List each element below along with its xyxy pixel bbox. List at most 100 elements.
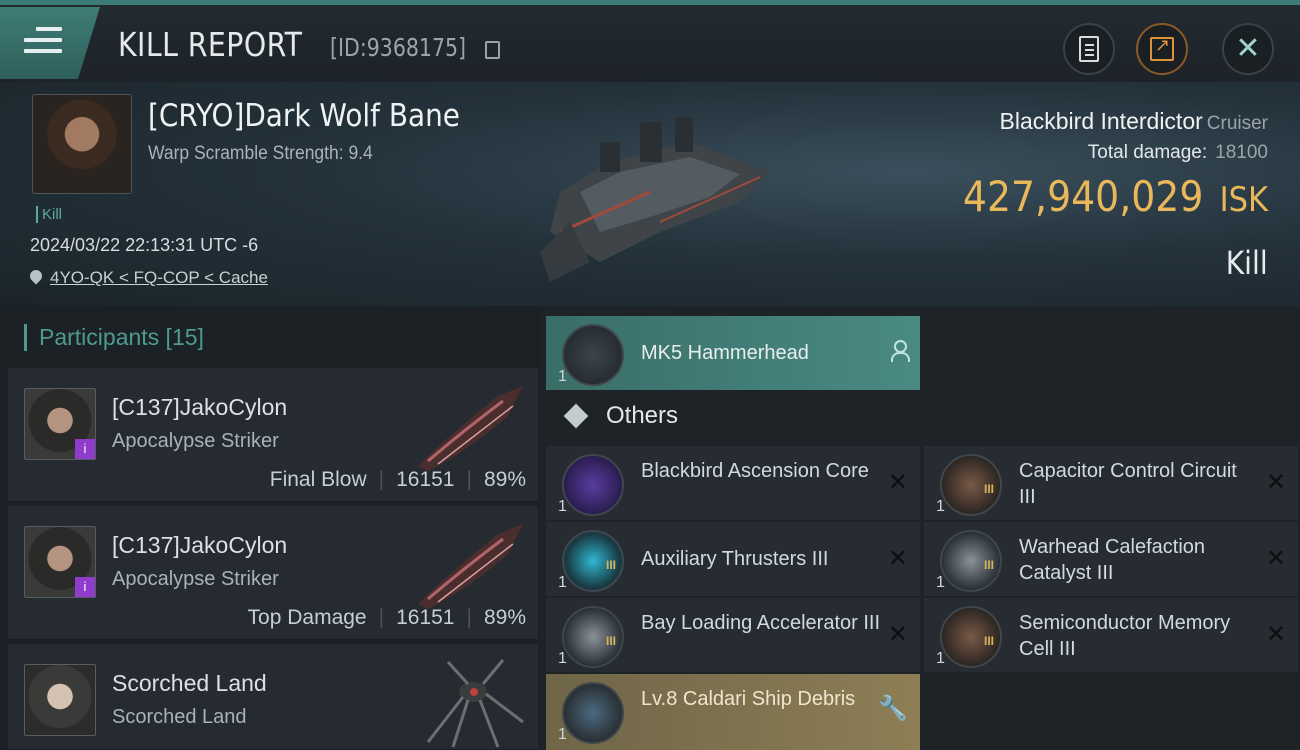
kill-result-label: Kill [1226,244,1268,282]
item-label: MK5 Hammerhead [641,342,809,364]
tier-badge: III [984,558,995,572]
item-row[interactable]: III 1 Bay Loading Accelerator III ✕ [546,598,920,672]
participant-role: Final Blow [269,468,367,491]
share-button[interactable] [1136,23,1188,75]
victim-ship-name: Blackbird Interdictor Cruiser [1000,108,1268,135]
participant-row[interactable]: i [C137]JakoCylon Apocalypse Striker Top… [8,506,538,640]
item-label: Capacitor Control Circuit III [1019,460,1237,508]
item-label: Bay Loading Accelerator III [641,612,881,634]
ascension-core-icon [562,454,624,516]
item-row[interactable]: III 1 Semiconductor Memory Cell III ✕ [924,598,1298,672]
participant-ship: Apocalypse Striker [112,568,279,590]
item-label: Warhead Calefaction Catalyst III [1019,536,1206,584]
victim-ship-image [540,117,770,282]
item-label: Lv.8 Caldari Ship Debris [641,688,856,710]
participant-name: [C137]JakoCylon [112,532,288,558]
kill-timestamp: 2024/03/22 22:13:31 UTC -6 [30,235,259,255]
item-row[interactable]: 1 Blackbird Ascension Core ✕ [546,446,920,520]
ship-class: Cruiser [1206,113,1268,134]
location-pin-icon [30,270,42,286]
participant-avatar: i [24,388,96,460]
item-quantity: 1 [558,498,567,515]
total-damage-value: 18100 [1215,142,1268,163]
page-title: KILL REPORT [118,25,303,64]
participant-ship-image [418,386,523,471]
participant-damage: 16151 [396,606,455,629]
ship-type: Blackbird Interdictor [999,108,1203,134]
item-row[interactable]: III 1 Auxiliary Thrusters III ✕ [546,522,920,596]
item-label: Auxiliary Thrusters III [641,548,829,570]
victim-avatar[interactable] [32,94,132,194]
participants-panel: Participants [15] i [C137]JakoCylon Apoc… [0,306,540,750]
hamburger-menu-icon [24,27,62,57]
others-label: Others [606,402,679,429]
isk-unit: ISK [1219,180,1268,220]
item-quantity: 1 [936,498,945,515]
isk-amount: 427,940,029 [962,172,1204,221]
report-id: [ID:9368175] [330,33,467,62]
participants-header: Participants [15] [24,324,204,351]
tier-badge: III [606,634,617,648]
clipboard-icon [1079,36,1099,62]
ship-debris-icon [562,682,624,744]
tier-badge: III [606,558,617,572]
participant-ship: Apocalypse Striker [112,430,279,452]
kill-location[interactable]: 4YO-QK < FQ-COP < Cache [30,268,268,288]
item-quantity: 1 [558,650,567,667]
others-section-header: Others [562,402,678,430]
participant-stats: Top Damage | 16151 | 89% [247,606,526,629]
participant-ship: Scorched Land [112,706,247,728]
item-quantity: 1 [936,574,945,591]
cube-icon [562,402,590,430]
participant-name: [C137]JakoCylon [112,394,288,420]
participant-ship-image [418,524,523,609]
wrench-icon: 🔧 [878,694,908,722]
warp-scramble-strength: Warp Scramble Strength: 9.4 [148,143,373,164]
participant-percent: 89% [483,468,526,491]
participant-avatar: i [24,526,96,598]
participant-percent: 89% [483,606,526,629]
participant-row[interactable]: i [C137]JakoCylon Apocalypse Striker Fin… [8,368,538,502]
debris-item[interactable]: 1 Lv.8 Caldari Ship Debris 🔧 [546,674,920,750]
item-quantity: 1 [936,650,945,667]
item-quantity: 1 [558,726,567,743]
participant-stats: Final Blow | 16151 | 89% [269,468,526,491]
destroyed-x-icon: ✕ [1265,544,1286,572]
participant-damage: 16151 [396,468,455,491]
participant-name: Scorched Land [112,670,267,696]
clipboard-button[interactable] [1063,23,1115,75]
victim-name[interactable]: [CRYO]Dark Wolf Bane [148,98,460,134]
hammerhead-drone-icon [562,324,624,386]
tier-badge: III [984,482,995,496]
dropped-items-panel: 1 MK5 Hammerhead Others 1 Blackbird Asce… [540,306,1300,750]
item-label: Semiconductor Memory Cell III [1019,612,1231,660]
close-icon: ✕ [1235,31,1261,66]
participant-ship-image [426,659,524,748]
kill-tag: Kill [36,206,62,223]
destroyed-x-icon: ✕ [887,468,908,496]
drone-item[interactable]: 1 MK5 Hammerhead [546,316,920,390]
total-damage: Total damage: 18100 [1088,142,1268,164]
person-icon [890,340,910,362]
item-row[interactable]: III 1 Capacitor Control Circuit III ✕ [924,446,1298,520]
tier-badge: III [984,634,995,648]
destroyed-x-icon: ✕ [1265,468,1286,496]
share-icon [1150,35,1174,61]
victim-banner: [CRYO]Dark Wolf Bane Warp Scramble Stren… [0,82,1300,306]
item-quantity: 1 [558,574,567,591]
rank-badge-icon: i [75,577,95,597]
item-label: Blackbird Ascension Core [641,460,869,482]
isk-value: 427,940,029 ISK [963,172,1268,221]
item-row[interactable]: III 1 Warhead Calefaction Catalyst III ✕ [924,522,1298,596]
copy-icon[interactable] [485,41,500,59]
close-button[interactable]: ✕ [1222,23,1274,75]
participant-role: Top Damage [247,606,367,629]
item-quantity: 1 [558,368,567,385]
menu-button[interactable] [0,7,100,79]
participant-row[interactable]: Scorched Land Scorched Land [8,644,538,750]
participant-avatar [24,664,96,736]
kill-report-header: KILL REPORT [ID:9368175] ✕ [0,0,1300,82]
location-link[interactable]: 4YO-QK < FQ-COP < Cache [50,268,268,288]
destroyed-x-icon: ✕ [887,544,908,572]
destroyed-x-icon: ✕ [887,620,908,648]
